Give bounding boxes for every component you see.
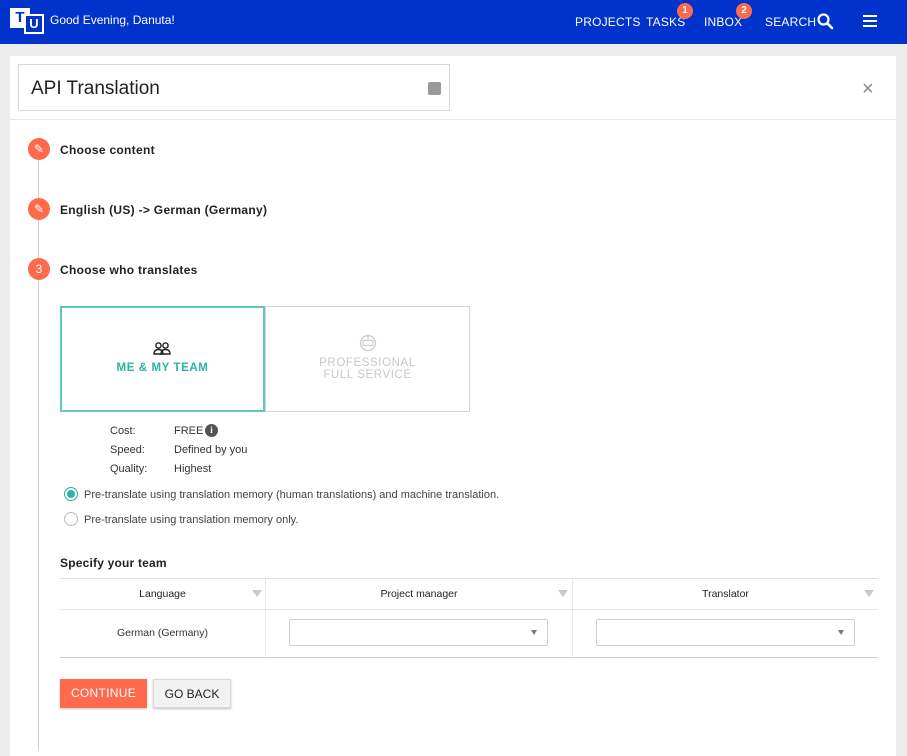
project-title: API Translation	[31, 78, 160, 99]
hamburger-menu-icon[interactable]	[863, 15, 877, 27]
pretranslate-tm-mt-label[interactable]: Pre-translate using translation memory (…	[84, 489, 499, 501]
professional-service-icon	[359, 334, 377, 352]
quality-label: Quality:	[110, 463, 148, 475]
info-icon[interactable]: i	[205, 424, 218, 437]
speed-value: Defined by you	[174, 444, 248, 456]
team-table: Language Project manager Translator Germ…	[60, 578, 878, 658]
professional-label-line1: PROFESSIONAL	[319, 357, 416, 369]
professional-service-card[interactable]: PROFESSIONAL FULL SERVICE	[265, 306, 470, 412]
translator-filter-icon[interactable]	[864, 590, 874, 597]
row-language-cell: German (Germany)	[116, 627, 209, 639]
column-header-translator: Translator	[573, 579, 878, 610]
language-filter-icon[interactable]	[252, 590, 262, 597]
professional-label-line2: FULL SERVICE	[323, 369, 412, 381]
project-manager-select[interactable]	[289, 619, 548, 646]
quality-value: Highest	[174, 463, 212, 475]
step-1-label: Choose content	[60, 143, 155, 157]
step-2-edit-icon[interactable]: ✎	[28, 198, 50, 220]
logo-letter-u: U	[24, 14, 44, 34]
step-2-label: English (US) -> German (Germany)	[60, 203, 268, 217]
me-and-team-label: ME & MY TEAM	[116, 362, 209, 374]
inbox-count-badge: 2	[736, 3, 752, 19]
step-3-number: 3	[28, 258, 50, 280]
pretranslate-tm-mt-radio[interactable]	[64, 487, 78, 501]
column-header-project-manager: Project manager	[266, 579, 572, 610]
project-title-field[interactable]: API Translation	[18, 64, 450, 111]
edit-icon[interactable]	[428, 82, 441, 95]
translator-select[interactable]	[596, 619, 855, 646]
team-icon	[153, 342, 171, 355]
nav-inbox[interactable]: INBOX	[704, 15, 742, 29]
pretranslate-tm-only-label[interactable]: Pre-translate using translation memory o…	[84, 514, 298, 526]
chevron-down-icon	[838, 630, 844, 635]
search-icon[interactable]	[816, 12, 834, 30]
column-header-language: Language	[60, 579, 265, 610]
go-back-button[interactable]: GO BACK	[153, 679, 231, 708]
continue-button[interactable]: CONTINUE	[60, 679, 147, 708]
greeting-text: Good Evening, Danuta!	[50, 13, 175, 27]
step-1-edit-icon[interactable]: ✎	[28, 138, 50, 160]
project-manager-filter-icon[interactable]	[558, 590, 568, 597]
me-and-team-card[interactable]: ME & MY TEAM	[60, 306, 265, 412]
pretranslate-tm-only-radio[interactable]	[64, 512, 78, 526]
nav-projects[interactable]: PROJECTS	[575, 15, 641, 29]
steps-timeline-line	[38, 150, 39, 750]
tasks-count-badge: 1	[677, 3, 693, 19]
step-3-label: Choose who translates	[60, 263, 198, 277]
nav-search[interactable]: SEARCH	[765, 15, 816, 29]
top-bar: T U Good Evening, Danuta! PROJECTS TASKS…	[0, 0, 907, 44]
speed-label: Speed:	[110, 444, 145, 456]
header-divider	[10, 119, 896, 120]
chevron-down-icon	[531, 630, 537, 635]
specify-team-title: Specify your team	[60, 556, 167, 570]
app-logo[interactable]: T U	[10, 8, 44, 34]
close-icon[interactable]: ×	[862, 79, 874, 99]
cost-label: Cost:	[110, 425, 136, 437]
cost-value: FREE	[174, 425, 204, 437]
